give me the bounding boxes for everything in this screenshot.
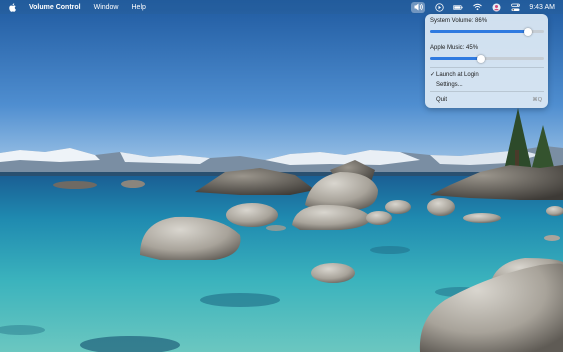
volume-control-status-icon[interactable] bbox=[411, 1, 426, 13]
quit-shortcut: ⌘Q bbox=[532, 96, 542, 103]
system-volume-label: System Volume: 86% bbox=[430, 18, 488, 24]
play-circle-icon[interactable] bbox=[434, 2, 444, 12]
settings-label: Settings... bbox=[436, 81, 463, 88]
apple-music-volume-slider[interactable] bbox=[430, 54, 544, 63]
volume-control-popover: System Volume: 86% Apple Music: 45% ✓ La… bbox=[425, 14, 548, 108]
apple-music-volume-label: Apple Music: 45% bbox=[430, 45, 479, 51]
menu-divider bbox=[430, 91, 544, 92]
menubar-clock[interactable]: 9:43 AM bbox=[529, 4, 555, 11]
help-menu[interactable]: Help bbox=[132, 4, 146, 11]
quit-label: Quit bbox=[436, 96, 448, 103]
app-name-menu[interactable]: Volume Control bbox=[29, 4, 81, 11]
launch-at-login-label: Launch at Login bbox=[436, 71, 479, 78]
wifi-icon[interactable] bbox=[472, 2, 482, 12]
apple-menu-icon[interactable] bbox=[8, 2, 16, 12]
menu-bar: Volume Control Window Help 9:43 AM bbox=[0, 0, 563, 14]
window-menu[interactable]: Window bbox=[94, 4, 119, 11]
quit-item[interactable]: Quit ⌘Q bbox=[430, 95, 544, 104]
system-volume-fill bbox=[430, 30, 529, 33]
settings-item[interactable]: Settings... bbox=[430, 80, 544, 89]
system-volume-slider[interactable] bbox=[430, 27, 544, 36]
launch-at-login-item[interactable]: ✓ Launch at Login bbox=[430, 70, 544, 79]
system-volume-knob[interactable] bbox=[524, 27, 533, 36]
battery-icon[interactable] bbox=[453, 2, 463, 12]
apple-music-volume-fill bbox=[430, 57, 482, 60]
menu-divider bbox=[430, 67, 544, 68]
user-account-icon[interactable] bbox=[491, 2, 501, 12]
apple-music-volume-knob[interactable] bbox=[477, 54, 486, 63]
control-center-icon[interactable] bbox=[510, 2, 520, 12]
